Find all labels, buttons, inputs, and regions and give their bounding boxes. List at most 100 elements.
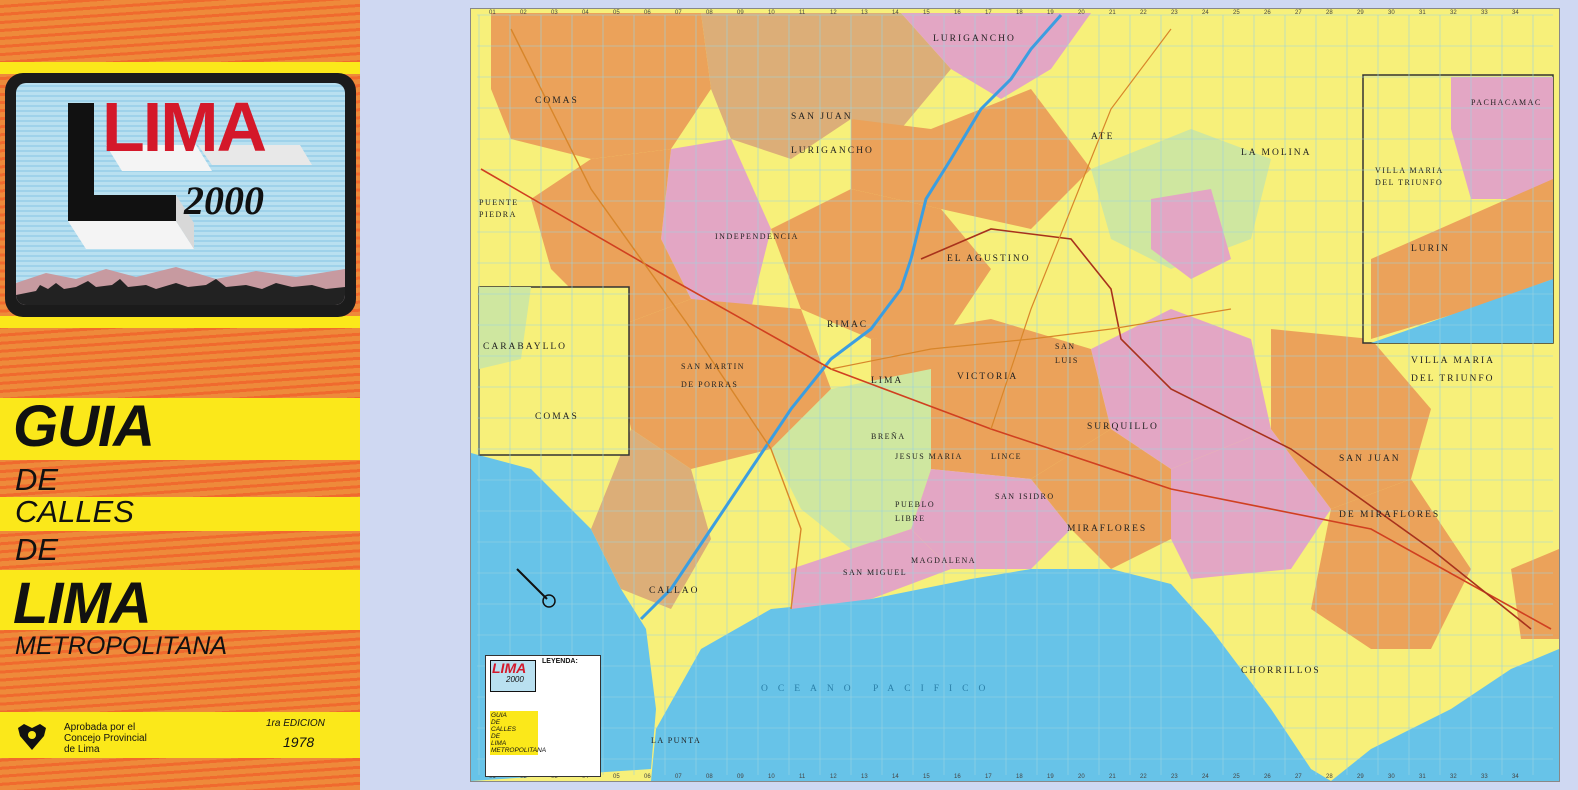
grid-column-number: 32	[1450, 10, 1457, 16]
grid-column-number: 21	[1109, 10, 1116, 16]
grid-column-number: 20	[1078, 774, 1085, 780]
grid-column-number: 12	[830, 10, 837, 16]
label-ate: ATE	[1091, 132, 1114, 142]
grid-column-number: 05	[613, 774, 620, 780]
cover-title-de-2: DE	[15, 532, 59, 567]
label-callao: CALLAO	[649, 586, 700, 596]
grid-column-number: 29	[1357, 774, 1364, 780]
label-victoria: VICTORIA	[957, 372, 1018, 382]
grid-column-number: 26	[1264, 10, 1271, 16]
legend-line: DE	[491, 733, 501, 740]
yellow-band	[0, 316, 360, 328]
grid-column-number: 23	[1171, 774, 1178, 780]
grid-column-number: 10	[768, 774, 775, 780]
label-san-miguel: SAN MIGUEL	[843, 568, 907, 577]
grid-column-number: 17	[985, 774, 992, 780]
label-villa-maria-inset: VILLA MARIA	[1375, 166, 1444, 175]
logo-word: LIMA	[102, 88, 267, 166]
label-pueblo-libre-2: LIBRE	[895, 514, 926, 523]
grid-column-number: 06	[644, 774, 651, 780]
label-lima: LIMA	[871, 376, 903, 386]
grid-column-number: 19	[1047, 774, 1054, 780]
label-lince: LINCE	[991, 452, 1022, 461]
label-la-molina: LA MOLINA	[1241, 148, 1312, 158]
grid-column-number: 09	[737, 774, 744, 780]
legend-logo-year: 2000	[506, 675, 524, 684]
label-magdalena: MAGDALENA	[911, 556, 976, 565]
label-puente-piedra-2: PIEDRA	[479, 210, 517, 219]
label-san-juan-lurigancho-2: LURIGANCHO	[791, 146, 874, 156]
cover-title-de: DE	[15, 462, 59, 497]
grid-column-number: 08	[706, 774, 713, 780]
grid-column-number: 28	[1326, 774, 1333, 780]
logo-panel: LIMA 2000	[16, 83, 345, 305]
legend-title: LEYENDA:	[542, 658, 578, 665]
grid-column-number: 07	[675, 774, 682, 780]
label-san-martin-2: DE PORRAS	[681, 380, 738, 389]
label-ocean: OCEANO PACIFICO	[761, 684, 995, 694]
grid-column-number: 17	[985, 10, 992, 16]
label-lurigancho: LURIGANCHO	[933, 34, 1016, 44]
grid-column-number: 14	[892, 10, 899, 16]
grid-column-number: 18	[1016, 10, 1023, 16]
label-miraflores: MIRAFLORES	[1067, 524, 1147, 534]
grid-column-number: 30	[1388, 10, 1395, 16]
label-jesus-maria: JESUS MARIA	[895, 452, 963, 461]
grid-column-number: 33	[1481, 10, 1488, 16]
grid-column-number: 04	[582, 10, 589, 16]
grid-column-number: 13	[861, 774, 868, 780]
grid-column-number: 25	[1233, 774, 1240, 780]
label-san-juan-miraflores-2: DE MIRAFLORES	[1339, 510, 1440, 520]
label-san-luis: SAN	[1055, 342, 1076, 351]
label-independencia: INDEPENDENCIA	[715, 232, 799, 241]
label-san-luis-2: LUIS	[1055, 356, 1079, 365]
label-san-juan-lurigancho: SAN JUAN	[791, 112, 853, 122]
grid-column-number: 27	[1295, 10, 1302, 16]
grid-column-number: 24	[1202, 10, 1209, 16]
grid-column-number: 24	[1202, 774, 1209, 780]
grid-column-number: 08	[706, 10, 713, 16]
grid-column-number: 07	[675, 10, 682, 16]
legend-line: GUIA	[491, 712, 507, 719]
label-la-punta: LA PUNTA	[651, 736, 701, 745]
grid-column-number: 21	[1109, 774, 1116, 780]
city-map[interactable]: LURIGANCHO COMAS SAN JUAN LURIGANCHO ATE…	[470, 8, 1560, 782]
grid-column-number: 11	[799, 10, 806, 16]
label-puente-piedra: PUENTE	[479, 198, 519, 207]
grid-column-number: 31	[1419, 10, 1426, 16]
legend-guia-block: GUIA DE CALLES DE LIMA METROPOLITANA	[490, 711, 547, 755]
grid-column-number: 06	[644, 10, 651, 16]
grid-column-number: 30	[1388, 774, 1395, 780]
cover-title-calles: CALLES	[15, 494, 134, 529]
grid-column-number: 23	[1171, 10, 1178, 16]
label-brena: BREÑA	[871, 431, 906, 441]
coat-of-arms-icon	[18, 724, 46, 750]
label-el-agustino: EL AGUSTINO	[947, 254, 1031, 264]
cover-title-metropolitana: METROPOLITANA	[15, 632, 228, 660]
legend-line: METROPOLITANA	[491, 747, 547, 754]
label-san-isidro: SAN ISIDRO	[995, 492, 1055, 501]
label-villa-maria-2: DEL TRIUNFO	[1411, 374, 1495, 384]
label-lurin: LURIN	[1411, 244, 1450, 254]
grid-column-number: 20	[1078, 10, 1085, 16]
grid-column-number: 19	[1047, 10, 1054, 16]
legend-line: LIMA	[491, 740, 507, 747]
grid-column-number: 03	[551, 10, 558, 16]
approval-line-1: Aprobada por el	[64, 722, 136, 733]
grid-column-number: 33	[1481, 774, 1488, 780]
label-pachacamac: PACHACAMAC	[1471, 98, 1542, 107]
label-san-martin: SAN MARTIN	[681, 362, 745, 371]
label-san-juan-miraflores: SAN JUAN	[1339, 454, 1401, 464]
label-rimac: RIMAC	[827, 320, 868, 330]
logo-year: 2000	[184, 178, 264, 223]
grid-column-number: 18	[1016, 774, 1023, 780]
cover-title-lima: LIMA	[13, 571, 152, 636]
grid-column-number: 28	[1326, 10, 1333, 16]
grid-column-number: 12	[830, 774, 837, 780]
grid-column-number: 02	[520, 10, 527, 16]
label-chorrillos: CHORRILLOS	[1241, 666, 1321, 676]
district-area	[491, 13, 711, 159]
grid-column-number: 10	[768, 10, 775, 16]
edition-label: 1ra EDICION	[266, 718, 325, 729]
grid-column-number: 15	[923, 10, 930, 16]
